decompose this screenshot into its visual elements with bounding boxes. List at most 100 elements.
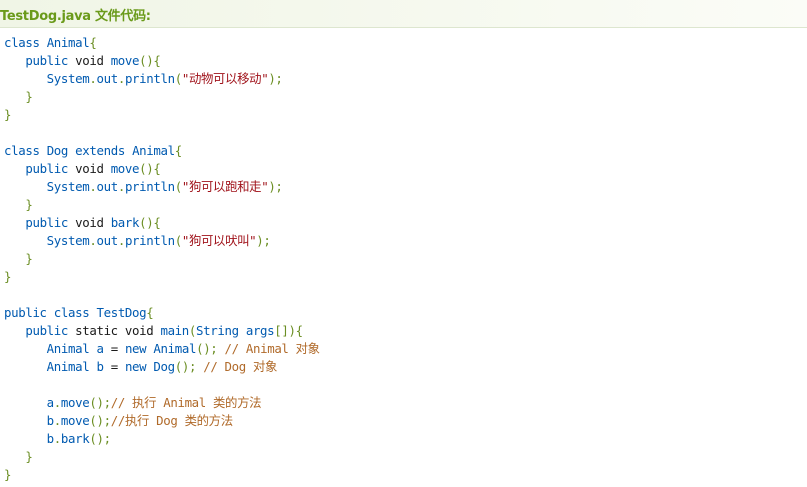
code-punctuation: (	[174, 179, 182, 194]
code-punctuation: );	[268, 179, 283, 194]
code-keyword: println	[124, 233, 175, 248]
code-keyword: Animal	[46, 35, 90, 50]
code-string: "狗可以跑和走"	[181, 179, 269, 194]
code-punctuation: (){	[139, 215, 161, 230]
code-punctuation: }	[4, 107, 12, 122]
code-keyword: public	[25, 53, 69, 68]
code-keyword: new	[124, 359, 147, 374]
code-punctuation: }	[4, 467, 12, 482]
code-punctuation: .	[53, 431, 61, 446]
code-line: class Dog extends Animal{	[4, 142, 320, 160]
code-keyword: bark	[110, 215, 140, 230]
code-punctuation: (	[174, 71, 182, 86]
code-keyword: println	[124, 179, 175, 194]
code-punctuation: (){	[139, 53, 161, 68]
code-punctuation: {	[146, 305, 154, 320]
code-text: =	[103, 359, 125, 374]
code-text: void	[68, 161, 111, 176]
code-keyword: a	[96, 341, 104, 356]
code-line: }	[4, 448, 320, 466]
code-punctuation: }	[25, 89, 33, 104]
code-comment: // Animal 对象	[224, 341, 321, 356]
code-keyword: System	[46, 71, 90, 86]
file-title: TestDog.java 文件代码:	[0, 9, 151, 24]
code-keyword: move	[60, 395, 90, 410]
code-punctuation: }	[25, 197, 33, 212]
code-line: b.move();//执行 Dog 类的方法	[4, 412, 320, 430]
code-punctuation: }	[25, 449, 33, 464]
code-keyword: println	[124, 71, 175, 86]
code-keyword: out	[96, 71, 118, 86]
code-header: TestDog.java 文件代码:	[0, 0, 807, 28]
code-keyword: Dog	[46, 143, 69, 158]
code-line: System.out.println("动物可以移动");	[4, 70, 320, 88]
code-line: public void bark(){	[4, 214, 320, 232]
code-text: void	[68, 215, 111, 230]
code-punctuation: (){	[139, 161, 161, 176]
code-keyword: move	[60, 413, 90, 428]
code-keyword: public	[25, 323, 69, 338]
code-comment: // Dog 对象	[203, 359, 278, 374]
code-punctuation: ();	[89, 431, 111, 446]
code-line: }	[4, 106, 320, 124]
code-punctuation: []){	[274, 323, 303, 338]
code-line: System.out.println("狗可以吠叫");	[4, 232, 320, 250]
code-punctuation: );	[256, 233, 271, 248]
code-punctuation: ();	[196, 341, 218, 356]
code-block: class Animal{ public void move(){ System…	[4, 34, 320, 484]
code-keyword: bark	[60, 431, 90, 446]
code-keyword: out	[96, 233, 118, 248]
code-keyword: class	[4, 143, 40, 158]
code-line: }	[4, 250, 320, 268]
code-punctuation: }	[4, 269, 12, 284]
code-keyword: class	[4, 35, 40, 50]
code-keyword: System	[46, 179, 90, 194]
code-punctuation: ();	[89, 413, 111, 428]
code-comment: // 执行 Animal 类的方法	[110, 395, 262, 410]
code-text: =	[103, 341, 125, 356]
code-keyword: a	[46, 395, 54, 410]
code-punctuation: .	[117, 233, 125, 248]
code-keyword: public	[25, 215, 69, 230]
code-keyword: System	[46, 233, 90, 248]
code-line: Animal a = new Animal(); // Animal 对象	[4, 340, 320, 358]
code-punctuation: .	[53, 413, 61, 428]
code-punctuation: (	[188, 323, 197, 338]
code-line: System.out.println("狗可以跑和走");	[4, 178, 320, 196]
code-punctuation: }	[25, 251, 33, 266]
code-punctuation: {	[89, 35, 97, 50]
code-keyword: new	[124, 341, 147, 356]
code-punctuation: ();	[89, 395, 111, 410]
code-keyword: args	[245, 323, 275, 338]
code-keyword: extends	[75, 143, 125, 158]
code-keyword: b	[46, 413, 54, 428]
code-keyword: class	[53, 305, 90, 320]
code-keyword: TestDog	[96, 305, 147, 320]
code-punctuation: .	[117, 71, 125, 86]
code-line: b.bark();	[4, 430, 320, 448]
code-line: }	[4, 268, 320, 286]
code-text: static void	[68, 323, 161, 338]
code-keyword: public	[4, 305, 47, 320]
code-keyword: move	[110, 161, 140, 176]
code-line: public static void main(String args[]){	[4, 322, 320, 340]
code-line: public class TestDog{	[4, 304, 320, 322]
